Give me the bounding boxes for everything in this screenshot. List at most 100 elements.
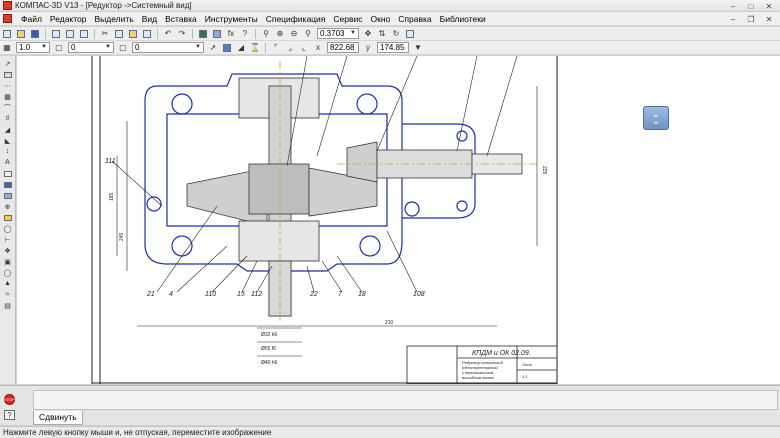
selection-icon[interactable]: ❖ (2, 246, 14, 255)
orthogonal-mode-icon[interactable]: ⌜ (270, 42, 282, 53)
maximize-button[interactable]: □ (746, 2, 756, 11)
stop-command-icon[interactable]: STOP (4, 394, 15, 405)
refresh-icon[interactable]: ↻ (390, 28, 402, 39)
menu-specification[interactable]: Спецификация (262, 12, 330, 26)
text-icon[interactable]: A (2, 158, 14, 167)
cut-icon[interactable]: ✂ (99, 28, 111, 39)
round-mode-icon[interactable]: ⌟ (284, 42, 296, 53)
menu-help[interactable]: Справка (394, 12, 435, 26)
line-scale-field[interactable]: 1.0 ▼ (16, 42, 50, 53)
callout-112: 112 (251, 291, 262, 298)
show-all-icon[interactable] (404, 28, 416, 39)
redo-icon[interactable]: ↷ (176, 28, 188, 39)
pan-icon[interactable]: ✥ (362, 28, 374, 39)
parametrize-icon[interactable]: ◯ (2, 224, 14, 233)
dimension-icon[interactable]: ↕ (2, 147, 14, 156)
undo-icon[interactable]: ↶ (162, 28, 174, 39)
zoom-dynamic-icon[interactable]: ⇅ (376, 28, 388, 39)
grid-icon[interactable]: ▦ (1, 42, 13, 53)
minimize-button[interactable]: – (728, 2, 738, 11)
coord-x-field[interactable]: 822.68 (327, 42, 359, 53)
edit-icon[interactable] (2, 213, 14, 222)
bolt-hole-right (404, 201, 420, 217)
polyline-icon[interactable]: ♯ (2, 114, 14, 123)
menu-service[interactable]: Сервис (329, 12, 366, 26)
style-icon[interactable]: ▢ (117, 42, 129, 53)
current-state-toolbar: ▦ 1.0 ▼ ▢ 0 ▼ ▢ 0 ▼ ➚ ◢ ⌛ ⌜ ⌟ ⌞ x 822.68… (0, 41, 780, 55)
zoom-out-icon[interactable]: ⊖ (288, 28, 300, 39)
drawing-canvas[interactable]: 185 245 210 225 Ø32 k6 Ø55 f6 Ø40 h6 111… (17, 56, 780, 384)
menu-view[interactable]: Вид (138, 12, 161, 26)
layer-field[interactable]: 0 ▼ (68, 42, 114, 53)
fragment-icon[interactable] (2, 191, 14, 200)
bolt-hole-boss-top (456, 130, 468, 142)
doc-restore-button[interactable]: ❐ (746, 15, 756, 24)
layer-icon[interactable]: ▢ (53, 42, 65, 53)
doc-close-button[interactable]: ✕ (764, 15, 774, 24)
arrow-icon[interactable]: ➚ (207, 42, 219, 53)
chevron-down-icon[interactable]: ▼ (105, 43, 111, 52)
copy-icon[interactable] (113, 28, 125, 39)
zoom-scale-field[interactable]: 0.3703 ▼ (317, 28, 359, 39)
save-icon[interactable] (29, 28, 41, 39)
menu-editor[interactable]: Редактор (46, 12, 91, 26)
manager-icon[interactable] (197, 28, 209, 39)
chevron-down-icon[interactable]: ▼ (412, 42, 424, 53)
select-icon[interactable] (2, 70, 14, 79)
menu-libraries[interactable]: Библиотеки (436, 12, 490, 26)
measure-icon[interactable]: ⊢ (2, 235, 14, 244)
leader-18 (336, 255, 363, 293)
open-icon[interactable] (15, 28, 27, 39)
zoom-window-icon[interactable]: ⚲ (260, 28, 272, 39)
dim-label-right: 225 (541, 166, 547, 175)
geometry-icon[interactable]: ↗ (2, 59, 14, 68)
document-menu-icon[interactable] (3, 14, 12, 23)
format-painter-icon[interactable] (141, 28, 153, 39)
table-icon[interactable] (2, 169, 14, 178)
help-icon[interactable]: ? (4, 410, 15, 420)
local-cs-icon[interactable]: ⌛ (249, 42, 261, 53)
close-button[interactable]: ✕ (764, 2, 774, 11)
zoom-to-scale-icon[interactable]: ⚲ (302, 28, 314, 39)
fillet-icon[interactable]: ◣ (2, 136, 14, 145)
spec-icon[interactable]: ◯ (2, 268, 14, 277)
chevron-down-icon[interactable]: ▼ (195, 43, 201, 52)
snap-icon[interactable] (221, 42, 233, 53)
line-scale-value: 1.0 (19, 43, 31, 52)
menu-tools[interactable]: Инструменты (201, 12, 262, 26)
tab-shift[interactable]: Сдвинуть (33, 411, 83, 425)
menu-select[interactable]: Выделить (91, 12, 138, 26)
view-icon[interactable] (2, 180, 14, 189)
style-field[interactable]: 0 ▼ (132, 42, 204, 53)
menu-insert[interactable]: Вставка (161, 12, 201, 26)
arc-icon[interactable]: ⌒ (2, 103, 14, 112)
properties-icon[interactable] (78, 28, 90, 39)
context-help-icon[interactable]: ? (239, 28, 251, 39)
dim-label-bottom: 210 (385, 320, 394, 326)
menu-file[interactable]: Файл (17, 12, 46, 26)
menu-window[interactable]: Окно (367, 12, 395, 26)
ortho-icon[interactable]: ◢ (235, 42, 247, 53)
point-icon[interactable]: ⋯ (2, 81, 14, 90)
chevron-down-icon[interactable]: ▼ (350, 29, 356, 38)
lib-icon[interactable]: ▤ (2, 301, 14, 310)
menu-bar: Файл Редактор Выделить Вид Вставка Инстр… (0, 12, 780, 26)
new-document-icon[interactable] (1, 28, 13, 39)
doc-minimize-button[interactable]: – (728, 15, 738, 24)
coord-y-field[interactable]: 174.85 (377, 42, 409, 53)
chevron-down-icon[interactable]: ▼ (41, 43, 47, 52)
cursor-coords-icon[interactable]: ⌞ (298, 42, 310, 53)
collapse-panel-button[interactable]: ⌄ ⌄ (643, 106, 669, 130)
paste-icon[interactable] (127, 28, 139, 39)
chamfer-icon[interactable]: ◢ (2, 125, 14, 134)
zoom-in-icon[interactable]: ⊕ (274, 28, 286, 39)
hatch-icon[interactable]: ▦ (2, 92, 14, 101)
print-icon[interactable] (50, 28, 62, 39)
preview-icon[interactable] (64, 28, 76, 39)
report-icon[interactable]: ▲ (2, 279, 14, 288)
library-icon[interactable] (211, 28, 223, 39)
macro-icon[interactable]: ≈ (2, 290, 14, 299)
variables-icon[interactable]: fx (225, 28, 237, 39)
associative-view-icon[interactable]: ▣ (2, 257, 14, 266)
layer-manager-icon[interactable]: ⊕ (2, 202, 14, 211)
